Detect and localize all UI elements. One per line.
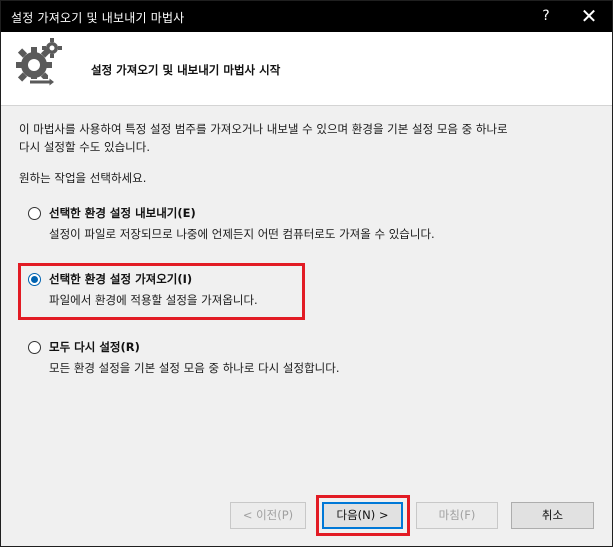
window-title: 설정 가져오기 및 내보내기 마법사: [11, 11, 185, 25]
intro-line: 다시 설정할 수도 있습니다.: [19, 140, 151, 154]
reset-radio[interactable]: [28, 341, 41, 354]
gear-arrow-icon: [16, 38, 62, 89]
option-import[interactable]: 선택한 환경 설정 가져오기(I) 파일에서 환경에 적용할 설정을 가져옵니다…: [23, 271, 583, 311]
close-button[interactable]: ✕: [566, 1, 612, 32]
cancel-button[interactable]: 취소: [511, 502, 594, 529]
option-export[interactable]: 선택한 환경 설정 내보내기(E) 설정이 파일로 저장되므로 나중에 언제든지…: [23, 205, 583, 245]
previous-button[interactable]: < 이전(P): [230, 502, 306, 529]
intro-text: 이 마법사를 사용하여 특정 설정 범주를 가져오거나 내보낼 수 있으며 환경…: [19, 120, 599, 156]
next-button[interactable]: 다음(N) >: [322, 502, 403, 529]
option-label: 선택한 환경 설정 내보내기(E): [49, 206, 196, 220]
option-label: 선택한 환경 설정 가져오기(I): [49, 272, 193, 286]
option-description: 모든 환경 설정을 기본 설정 모음 중 하나로 다시 설정합니다.: [49, 361, 340, 375]
wizard-header: 설정 가져오기 및 내보내기 마법사 시작: [1, 32, 612, 106]
page-heading: 설정 가져오기 및 내보내기 마법사 시작: [91, 63, 281, 77]
option-description: 파일에서 환경에 적용할 설정을 가져옵니다.: [49, 293, 258, 307]
title-bar[interactable]: 설정 가져오기 및 내보내기 마법사 ? ✕: [1, 1, 612, 32]
task-prompt: 원하는 작업을 선택하세요.: [19, 171, 147, 185]
import-radio[interactable]: [28, 273, 41, 286]
intro-line: 이 마법사를 사용하여 특정 설정 범주를 가져오거나 내보낼 수 있으며 환경…: [19, 122, 508, 136]
finish-button[interactable]: 마침(F): [416, 502, 498, 529]
option-reset[interactable]: 모두 다시 설정(R) 모든 환경 설정을 기본 설정 모음 중 하나로 다시 …: [23, 339, 583, 379]
help-button[interactable]: ?: [531, 1, 561, 32]
export-radio[interactable]: [28, 207, 41, 220]
option-description: 설정이 파일로 저장되므로 나중에 언제든지 어떤 컴퓨터로도 가져올 수 있습…: [49, 227, 435, 241]
wizard-dialog: 설정 가져오기 및 내보내기 마법사 ? ✕ 설정 가져오기 및 내보내기 마법…: [0, 0, 613, 547]
option-label: 모두 다시 설정(R): [49, 340, 140, 354]
